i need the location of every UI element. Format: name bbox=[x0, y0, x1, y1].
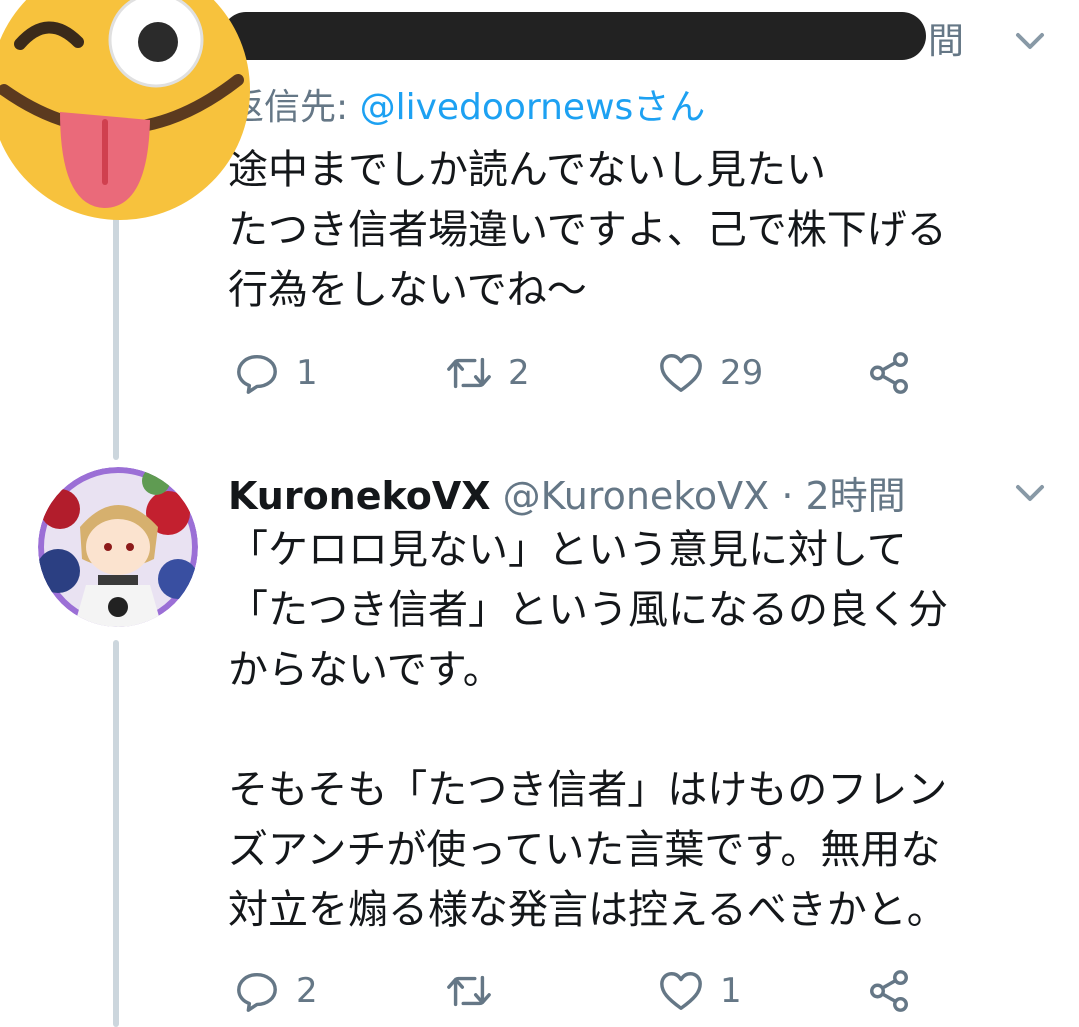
reply-count: 1 bbox=[296, 353, 318, 393]
avatar[interactable] bbox=[38, 467, 198, 627]
retweet-button[interactable]: 2 bbox=[446, 348, 530, 398]
share-button[interactable] bbox=[866, 348, 912, 398]
redaction-bar bbox=[222, 12, 926, 60]
display-name[interactable]: KuronekoVX bbox=[228, 474, 491, 518]
like-button[interactable]: 1 bbox=[658, 966, 742, 1016]
reply-icon bbox=[237, 354, 277, 394]
retweet-icon bbox=[447, 357, 491, 389]
tweet-1-body: 途中までしか読んでないし見たい たつき信者場違いですよ、己で株下げる 行為をしな… bbox=[228, 147, 947, 313]
tweet-2-body: 「ケロロ見ない」という意見に対して 「たつき信者」という風になるの良く分 からな… bbox=[228, 527, 948, 933]
share-icon bbox=[870, 970, 908, 1012]
retweet-icon bbox=[447, 975, 491, 1007]
reply-count: 2 bbox=[296, 971, 318, 1011]
thread-line-bottom bbox=[113, 640, 119, 1027]
like-button[interactable]: 29 bbox=[658, 348, 763, 398]
retweet-button[interactable] bbox=[446, 966, 492, 1016]
like-icon bbox=[660, 354, 702, 392]
reply-to-line: 返信先: @livedoornewsさん bbox=[228, 78, 705, 130]
reply-button[interactable]: 1 bbox=[234, 348, 318, 398]
user-handle[interactable]: @KuronekoVX bbox=[503, 474, 770, 518]
retweet-count: 2 bbox=[508, 353, 530, 393]
separator-dot: · bbox=[781, 474, 794, 518]
chevron-down-icon[interactable] bbox=[1010, 478, 1050, 508]
reply-button[interactable]: 2 bbox=[234, 966, 318, 1016]
share-button[interactable] bbox=[866, 966, 912, 1016]
thread-line-top bbox=[113, 210, 119, 460]
reply-icon bbox=[237, 972, 277, 1012]
reply-to-handle-link[interactable]: @livedoornewsさん bbox=[360, 87, 706, 128]
share-icon bbox=[870, 352, 908, 394]
tweet-2-time[interactable]: 2時間 bbox=[806, 474, 906, 518]
like-count: 1 bbox=[720, 971, 742, 1011]
winking-tongue-emoji-sticker bbox=[0, 0, 250, 220]
chevron-down-icon[interactable] bbox=[1010, 26, 1050, 56]
like-count: 29 bbox=[720, 353, 764, 393]
tweet-2-header: KuronekoVX @KuronekoVX · 2時間 bbox=[228, 465, 906, 520]
tweet-1-time: 間 bbox=[928, 21, 965, 62]
like-icon bbox=[660, 972, 702, 1010]
